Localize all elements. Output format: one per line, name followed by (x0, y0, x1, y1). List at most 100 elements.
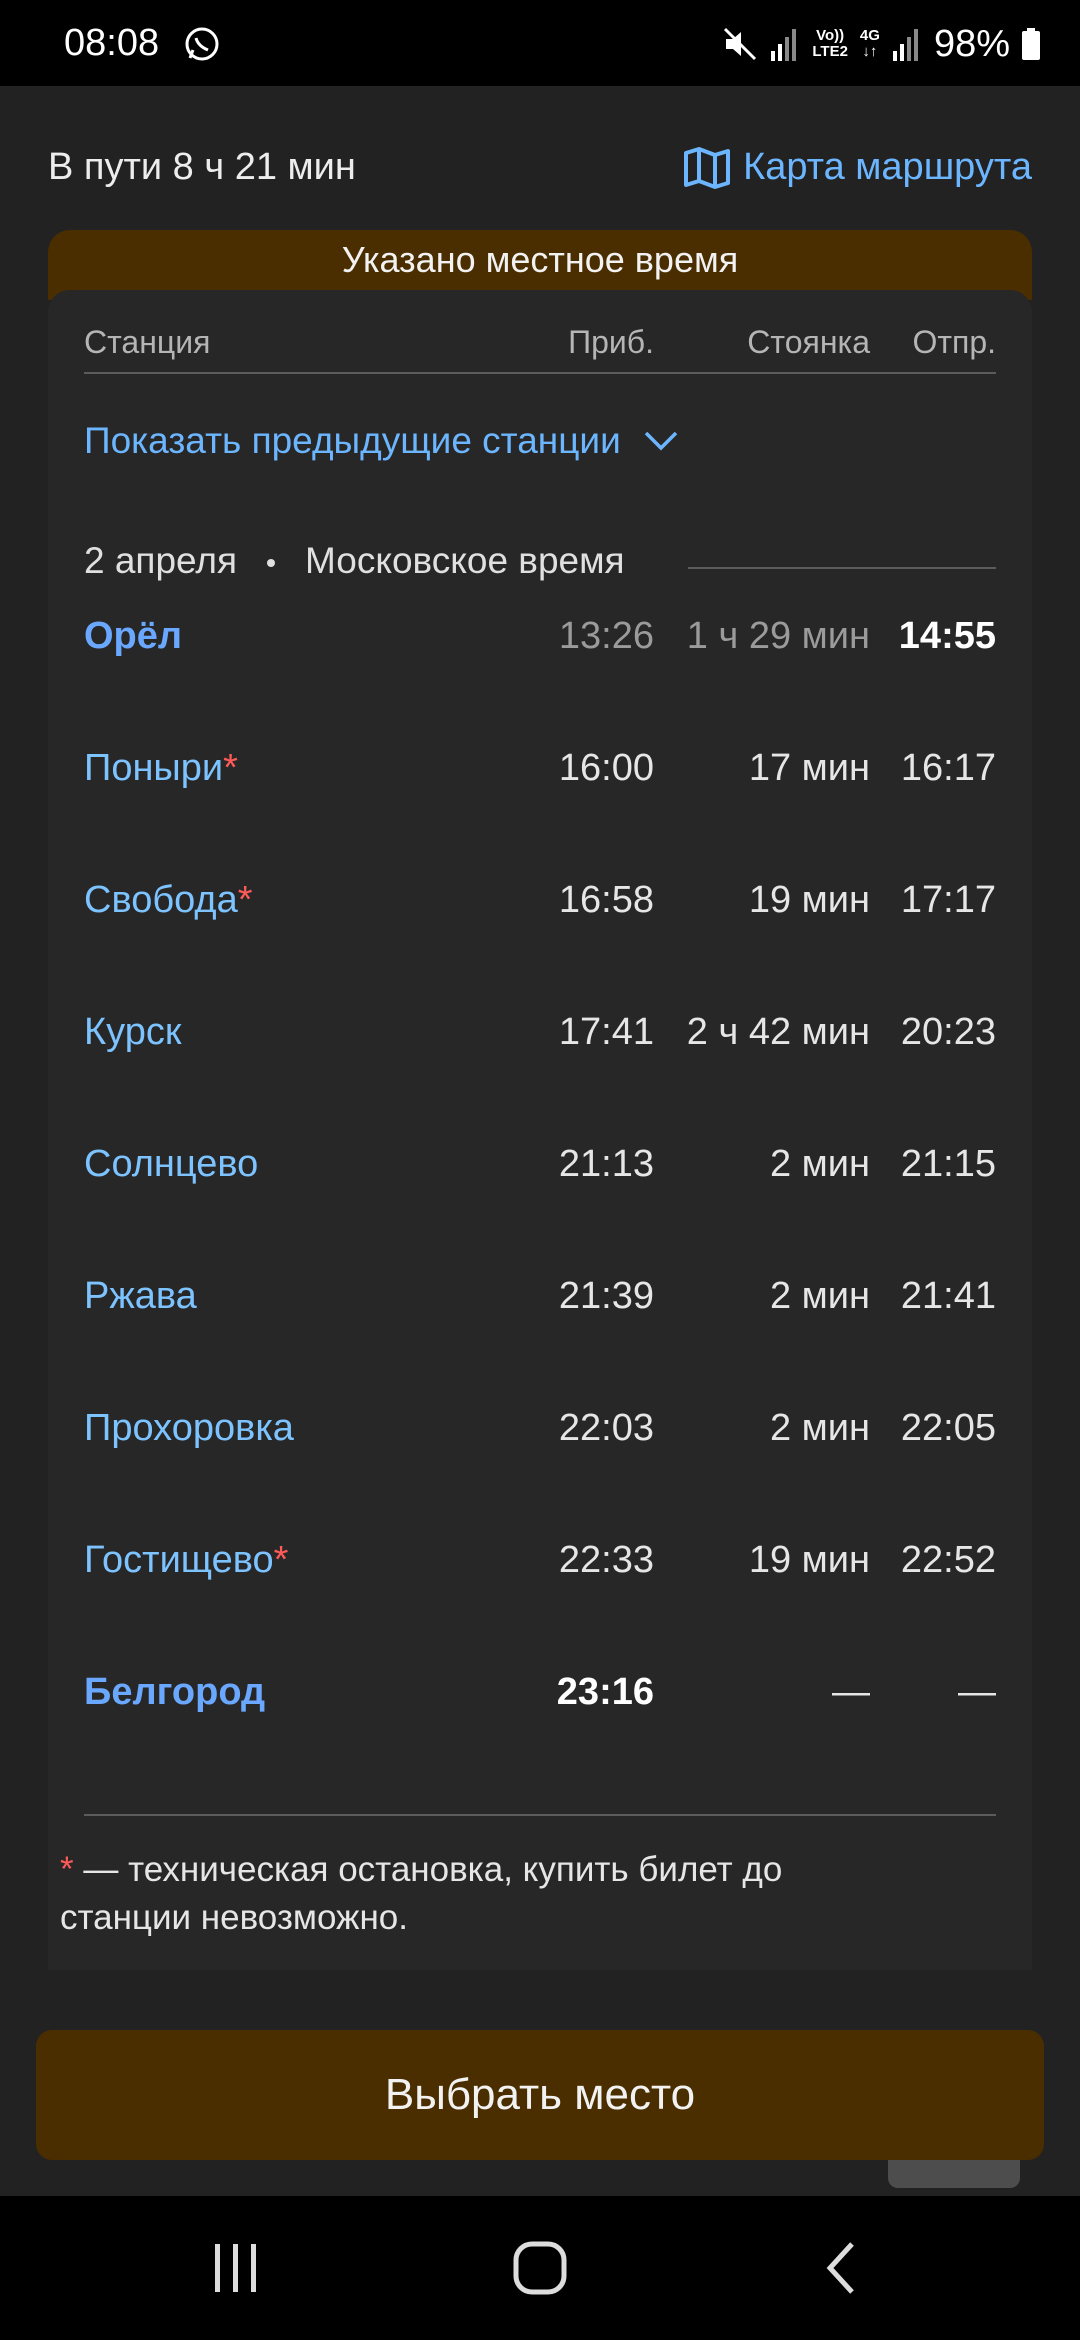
departure-time: 21:41 (900, 1275, 996, 1317)
show-previous-label: Показать предыдущие станции (84, 420, 621, 461)
date-label: 2 апреля (84, 540, 238, 581)
station-row[interactable]: Поныри* 16:00 17 мин 16:17 (84, 727, 996, 859)
lte-label: LTE2 (812, 43, 848, 60)
4g-label: 4G (859, 27, 880, 44)
station-name-text: Солнцево (84, 1143, 259, 1185)
stop-duration: 2 мин (769, 1275, 870, 1317)
arrival-time: 23:16 (556, 1671, 654, 1713)
recent-apps-button[interactable] (196, 2236, 276, 2300)
route-map-label: Карта маршрута (743, 146, 1032, 188)
signal-icon (771, 29, 797, 61)
stop-duration: 2 мин (769, 1407, 870, 1449)
chevron-down-icon (644, 431, 678, 451)
departure-time: 21:15 (900, 1143, 996, 1185)
recent-apps-icon (215, 2244, 256, 2292)
battery-icon (1022, 28, 1040, 60)
back-button[interactable] (800, 2236, 880, 2300)
stop-duration: 1 ч 29 мин (686, 615, 870, 657)
home-button[interactable] (500, 2236, 580, 2300)
footnote-star: * (60, 1850, 74, 1889)
station-row[interactable]: Орёл 13:26 1 ч 29 мин 14:55 (84, 595, 996, 727)
network-badge: Vo)) LTE2 (812, 28, 848, 60)
tech-stop-marker: * (223, 747, 238, 789)
date-separator: 2 апреля Московское время (84, 540, 996, 600)
station-name[interactable]: Солнцево (84, 1143, 258, 1186)
battery-percent: 98% (933, 22, 1010, 65)
separator-dot (267, 559, 276, 568)
stop-duration: 19 мин (748, 1539, 870, 1581)
arrival-time: 21:13 (558, 1143, 654, 1185)
whatsapp-icon (185, 27, 219, 61)
station-name[interactable]: Гостищево* (84, 1539, 288, 1582)
station-name-text: Поныри (84, 747, 224, 789)
choose-seat-button[interactable]: Выбрать место (36, 2030, 1044, 2160)
tech-stop-marker: * (273, 1539, 289, 1581)
footnote-text: — техническая остановка, купить билет до… (60, 1850, 783, 1937)
departure-time: — (958, 1671, 996, 1713)
station-name[interactable]: Белгород (84, 1671, 265, 1714)
stop-duration: — (832, 1671, 870, 1713)
stop-duration: 2 мин (769, 1143, 870, 1185)
station-row[interactable]: Белгород 23:16 — — (84, 1651, 996, 1783)
station-row[interactable]: Курск 17:41 2 ч 42 мин 20:23 (84, 991, 996, 1123)
arrival-time: 21:39 (558, 1275, 654, 1317)
station-row[interactable]: Ржава 21:39 2 мин 21:41 (84, 1255, 996, 1387)
arrival-time: 22:33 (558, 1539, 654, 1581)
header-departure: Отпр. (912, 324, 996, 360)
signal-icon-2 (892, 29, 918, 61)
station-name-text: Курск (84, 1011, 182, 1053)
home-icon (513, 2241, 567, 2295)
station-name[interactable]: Поныри* (84, 747, 238, 790)
trip-header: В пути 8 ч 21 мин Карта маршрута (48, 140, 1032, 200)
station-name[interactable]: Орёл (84, 615, 182, 658)
station-row[interactable]: Прохоровка 22:03 2 мин 22:05 (84, 1387, 996, 1519)
volte-label: Vo)) (816, 27, 845, 44)
station-name-text: Прохоровка (84, 1407, 294, 1449)
header-stop: Стоянка (747, 324, 870, 360)
tech-stop-marker: * (237, 879, 253, 921)
trip-duration: В пути 8 ч 21 мин (48, 146, 356, 188)
tech-stop-footnote: * — техническая остановка, купить билет … (60, 1846, 820, 1942)
station-list: Орёл 13:26 1 ч 29 мин 14:55 Поныри* 16:0… (84, 595, 996, 1783)
data-arrows-icon: ↓↑ (862, 43, 878, 60)
station-row[interactable]: Свобода* 16:58 19 мин 17:17 (84, 859, 996, 991)
departure-time: 17:17 (900, 879, 996, 921)
arrival-time: 17:41 (558, 1011, 654, 1053)
arrival-time: 22:03 (558, 1407, 654, 1449)
station-name[interactable]: Курск (84, 1011, 181, 1054)
header-arrival: Приб. (568, 324, 654, 360)
station-name-text: Белгород (84, 1671, 266, 1713)
station-row[interactable]: Солнцево 21:13 2 мин 21:15 (84, 1123, 996, 1255)
mute-icon (724, 27, 757, 61)
station-name-text: Свобода (84, 879, 238, 921)
arrival-time: 16:00 (558, 747, 654, 789)
arrival-time: 16:58 (558, 879, 654, 921)
departure-time: 14:55 (898, 615, 996, 657)
station-row[interactable]: Гостищево* 22:33 19 мин 22:52 (84, 1519, 996, 1651)
stop-duration: 17 мин (748, 747, 870, 789)
stop-duration: 19 мин (748, 879, 870, 921)
back-icon (826, 2242, 854, 2294)
status-bar: 08:08 Vo)) LTE2 4G ↓↑ 98% (0, 0, 1080, 86)
departure-time: 20:23 (900, 1011, 996, 1053)
station-name-text: Орёл (84, 615, 183, 657)
system-nav-bar (0, 2196, 1080, 2340)
departure-time: 22:52 (900, 1539, 996, 1581)
table-bottom-divider (84, 1814, 996, 1816)
date-divider (688, 567, 996, 569)
station-name[interactable]: Свобода* (84, 879, 253, 922)
station-name-text: Ржава (84, 1275, 197, 1317)
station-name[interactable]: Ржава (84, 1275, 197, 1318)
timezone-label: Московское время (305, 540, 625, 581)
station-name-text: Гостищево (84, 1539, 274, 1581)
map-icon (684, 146, 731, 189)
table-header: Станция Приб. Стоянка Отпр. (84, 312, 996, 374)
header-station: Станция (84, 324, 211, 360)
stop-duration: 2 ч 42 мин (686, 1011, 870, 1053)
schedule-card: Станция Приб. Стоянка Отпр. Показать пре… (48, 290, 1032, 2188)
show-previous-stations-button[interactable]: Показать предыдущие станции (84, 420, 679, 462)
network-4g-badge: 4G ↓↑ (860, 28, 880, 60)
station-name[interactable]: Прохоровка (84, 1407, 294, 1450)
departure-time: 16:17 (900, 747, 996, 789)
route-map-link[interactable]: Карта маршрута (683, 146, 1032, 189)
